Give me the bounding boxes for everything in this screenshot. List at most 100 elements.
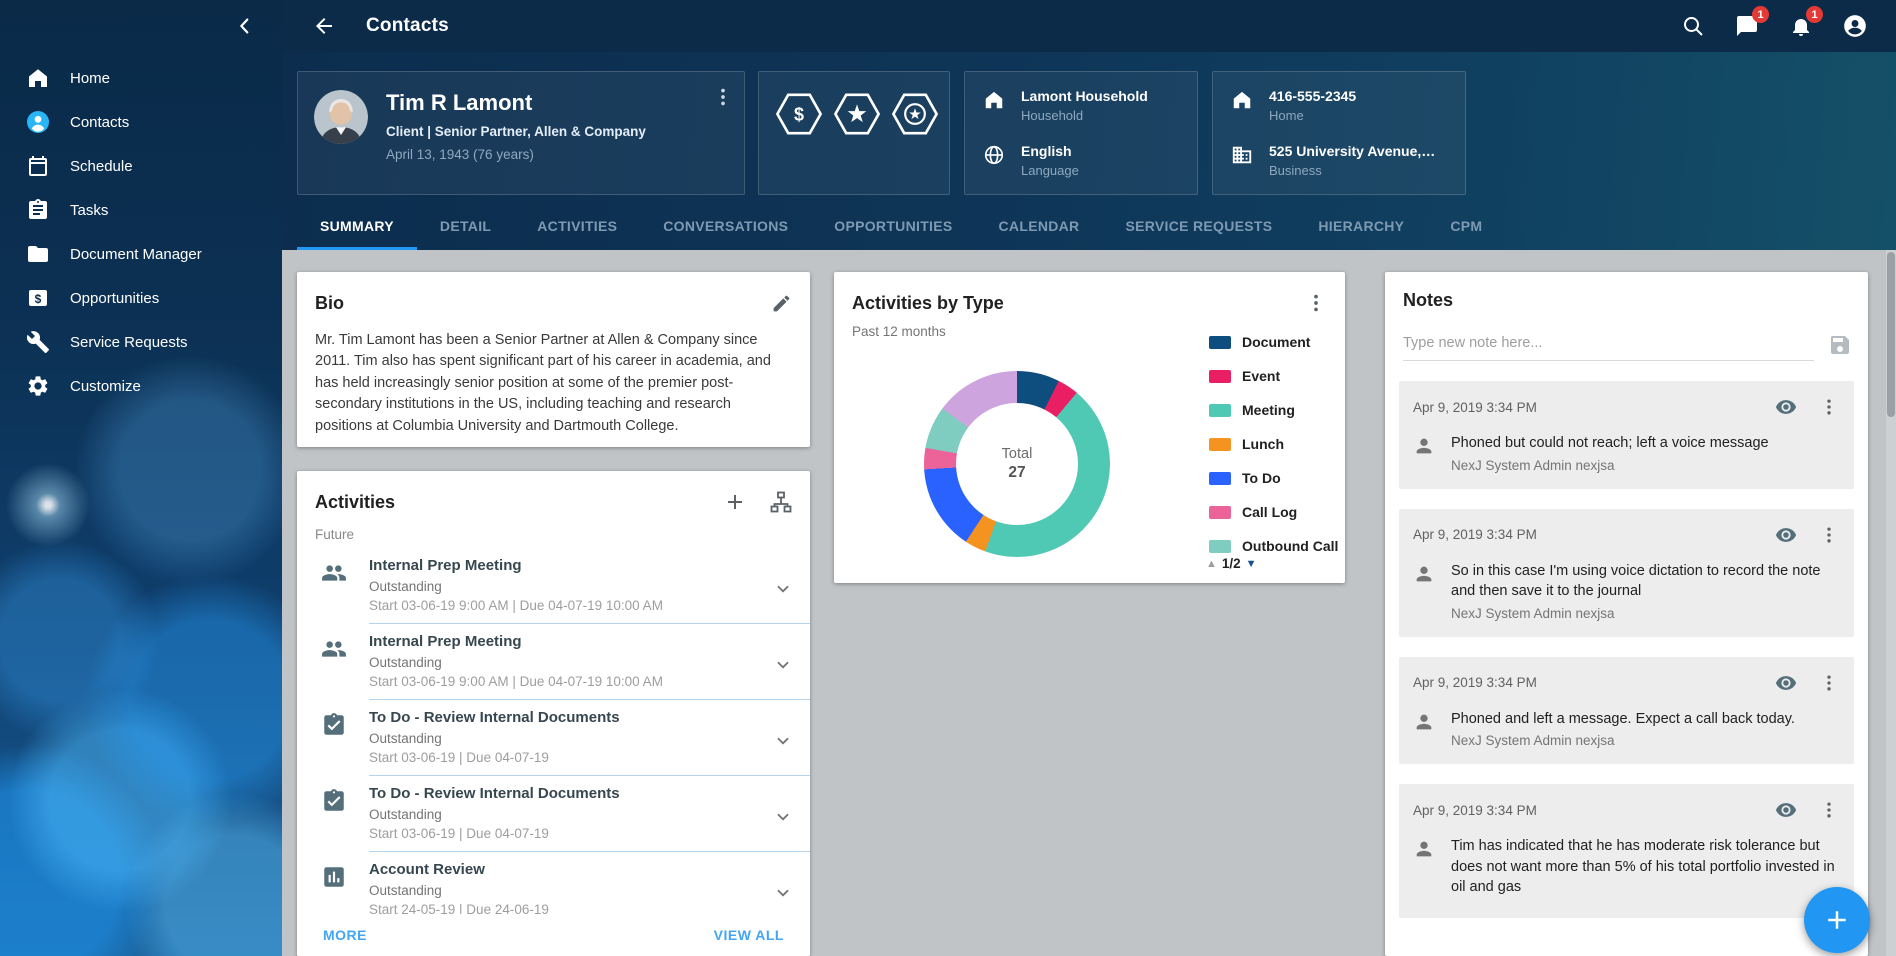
- contact-menu-button[interactable]: [710, 84, 736, 110]
- sidebar-nav: Home Contacts Schedule Tasks Document Ma…: [0, 52, 282, 408]
- legend-item[interactable]: Document: [1209, 334, 1338, 350]
- star-badge-icon[interactable]: [833, 92, 881, 136]
- activity-dates: Start 03-06-19 | Due 04-07-19: [369, 826, 772, 841]
- activity-hierarchy-button[interactable]: [768, 489, 794, 515]
- note-visibility-button[interactable]: [1774, 671, 1798, 695]
- household-row[interactable]: Lamont Household Household: [983, 88, 1179, 123]
- sidebar-item-contacts[interactable]: Contacts: [0, 100, 282, 144]
- account-button[interactable]: [1842, 13, 1868, 39]
- legend-item[interactable]: Event: [1209, 368, 1338, 384]
- phone-row[interactable]: 416-555-2345 Home: [1231, 88, 1447, 123]
- address-label: Business: [1269, 163, 1439, 178]
- legend-item[interactable]: To Do: [1209, 470, 1338, 486]
- legend-item[interactable]: Outbound Call: [1209, 538, 1338, 554]
- new-note-input[interactable]: [1403, 327, 1814, 361]
- note-menu-button[interactable]: [1818, 672, 1840, 694]
- sidebar-top: [0, 0, 282, 52]
- tab-hierarchy[interactable]: HIERARCHY: [1295, 204, 1427, 250]
- kebab-menu-icon: [1819, 800, 1839, 820]
- phone-label: Home: [1269, 108, 1356, 123]
- note-date: Apr 9, 2019 3:34 PM: [1413, 675, 1537, 690]
- activity-row[interactable]: To Do - Review Internal Documents Outsta…: [297, 700, 810, 776]
- sidebar-item-opportunities[interactable]: $ Opportunities: [0, 276, 282, 320]
- activity-title: Account Review: [369, 861, 772, 878]
- sidebar-item-tasks[interactable]: Tasks: [0, 188, 282, 232]
- svg-text:$: $: [35, 292, 42, 306]
- sidebar-item-label: Customize: [70, 378, 141, 395]
- household-name: Lamont Household: [1021, 88, 1148, 104]
- legend-page-up-button[interactable]: ▲: [1206, 558, 1217, 570]
- save-note-button[interactable]: [1828, 333, 1852, 357]
- tab-detail[interactable]: DETAIL: [417, 204, 514, 250]
- note-menu-button[interactable]: [1818, 799, 1840, 821]
- scrollbar-thumb[interactable]: [1887, 252, 1895, 417]
- tasks-icon: [26, 198, 50, 222]
- address-row[interactable]: 525 University Avenue, S... Business: [1231, 143, 1447, 178]
- activities-card: Activities Future Internal Prep Meeting …: [297, 471, 810, 956]
- tab-opportunities[interactable]: OPPORTUNITIES: [811, 204, 975, 250]
- collapse-sidebar-button[interactable]: [228, 9, 262, 43]
- expand-activity-button[interactable]: [772, 565, 794, 613]
- circled-star-badge-icon[interactable]: [891, 92, 939, 136]
- note-text: Phoned but could not reach; left a voice…: [1451, 433, 1769, 454]
- search-button[interactable]: [1680, 13, 1706, 39]
- legend-item[interactable]: Call Log: [1209, 504, 1338, 520]
- legend-item[interactable]: Meeting: [1209, 402, 1338, 418]
- sidebar-item-label: Service Requests: [70, 334, 188, 351]
- tab-conversations[interactable]: CONVERSATIONS: [640, 204, 811, 250]
- activity-row[interactable]: To Do - Review Internal Documents Outsta…: [297, 776, 810, 852]
- add-activity-button[interactable]: [722, 489, 748, 515]
- sidebar-item-home[interactable]: Home: [0, 56, 282, 100]
- note-visibility-button[interactable]: [1774, 523, 1798, 547]
- eye-icon: [1775, 396, 1797, 418]
- note-visibility-button[interactable]: [1774, 395, 1798, 419]
- activity-row[interactable]: Internal Prep Meeting Outstanding Start …: [297, 548, 810, 624]
- notifications-button[interactable]: 1: [1788, 13, 1814, 39]
- contact-badges-card: $: [758, 71, 950, 195]
- legend-label: Outbound Call: [1242, 538, 1338, 554]
- view-all-button[interactable]: VIEW ALL: [714, 927, 784, 943]
- expand-activity-button[interactable]: [772, 793, 794, 841]
- conversations-button[interactable]: 1: [1734, 13, 1760, 39]
- chart-menu-button[interactable]: [1303, 290, 1329, 316]
- activity-row[interactable]: Internal Prep Meeting Outstanding Start …: [297, 624, 810, 700]
- sidebar-item-document-manager[interactable]: Document Manager: [0, 232, 282, 276]
- more-button[interactable]: MORE: [323, 927, 367, 943]
- eye-icon: [1775, 672, 1797, 694]
- kebab-menu-icon: [1819, 397, 1839, 417]
- dollar-badge-icon[interactable]: $: [775, 92, 823, 136]
- add-button[interactable]: [1804, 887, 1870, 953]
- tab-summary[interactable]: SUMMARY: [297, 204, 417, 250]
- chart-title: Activities by Type: [852, 293, 1283, 314]
- expand-activity-button[interactable]: [772, 641, 794, 689]
- wrench-icon: [26, 330, 50, 354]
- expand-activity-button[interactable]: [772, 869, 794, 917]
- group-icon: [321, 560, 347, 586]
- note-menu-button[interactable]: [1818, 396, 1840, 418]
- contact-subtitle: Client | Senior Partner, Allen & Company: [386, 124, 646, 139]
- note-visibility-button[interactable]: [1774, 798, 1798, 822]
- tab-calendar[interactable]: CALENDAR: [976, 204, 1103, 250]
- note-menu-button[interactable]: [1818, 524, 1840, 546]
- back-button[interactable]: [310, 12, 338, 40]
- sidebar-item-schedule[interactable]: Schedule: [0, 144, 282, 188]
- sidebar-item-customize[interactable]: Customize: [0, 364, 282, 408]
- tab-service-requests[interactable]: SERVICE REQUESTS: [1102, 204, 1295, 250]
- chevron-down-icon: [772, 578, 794, 600]
- activity-title: Internal Prep Meeting: [369, 633, 772, 650]
- language-row[interactable]: English Language: [983, 143, 1179, 178]
- note-author: NexJ System Admin nexjsa: [1451, 733, 1795, 748]
- expand-activity-button[interactable]: [772, 717, 794, 765]
- page-scrollbar[interactable]: [1886, 250, 1896, 956]
- edit-bio-button[interactable]: [768, 290, 794, 316]
- legend-label: Lunch: [1242, 436, 1284, 452]
- sidebar-item-service-requests[interactable]: Service Requests: [0, 320, 282, 364]
- legend-page-down-button[interactable]: ▼: [1246, 558, 1257, 570]
- top-app-bar: Contacts 1 1: [282, 0, 1896, 52]
- kebab-menu-icon: [712, 86, 734, 108]
- legend-item[interactable]: Lunch: [1209, 436, 1338, 452]
- chevron-down-icon: [772, 882, 794, 904]
- tab-activities[interactable]: ACTIVITIES: [514, 204, 640, 250]
- contacts-icon: [26, 110, 50, 134]
- tab-cpm[interactable]: CPM: [1427, 204, 1505, 250]
